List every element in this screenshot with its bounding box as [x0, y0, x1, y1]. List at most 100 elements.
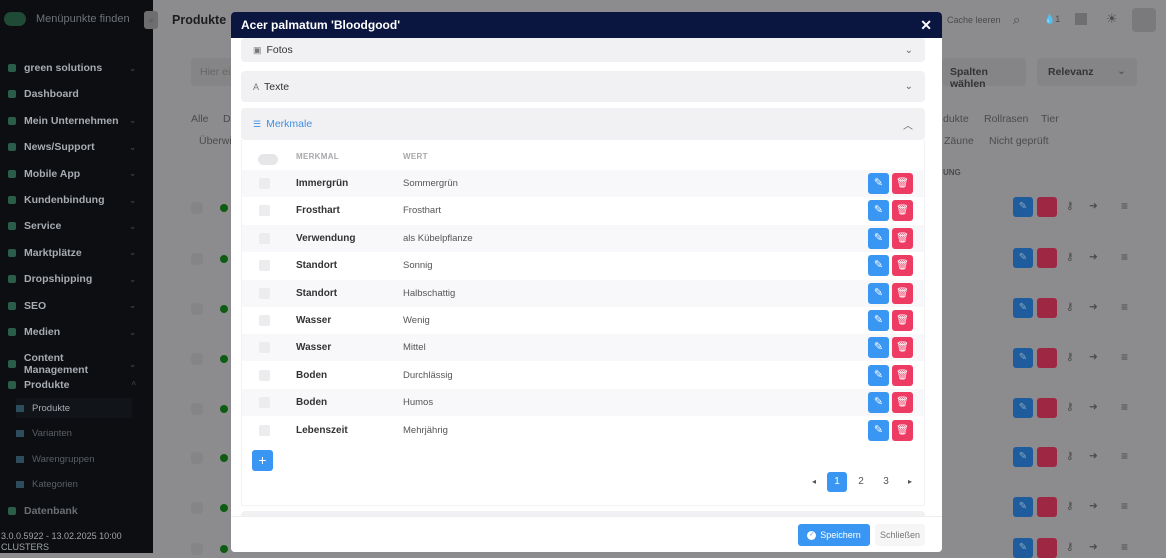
delete-button[interactable]: 🗑	[892, 255, 913, 277]
sidebar-item[interactable]: SEO ⌄	[8, 300, 136, 312]
delete-button[interactable]: 🗑	[892, 392, 913, 414]
key-icon[interactable]: ⚷	[1066, 450, 1074, 462]
edit-button[interactable]: ✎	[868, 200, 889, 222]
arrow-right-icon[interactable]: ➜	[1089, 301, 1098, 313]
delete-button[interactable]: 🗑	[892, 310, 913, 331]
tab-d[interactable]: D	[223, 113, 231, 125]
row-checkbox[interactable]	[259, 205, 270, 217]
row-checkbox[interactable]	[191, 253, 203, 265]
arrow-right-icon[interactable]: ➜	[1089, 541, 1098, 553]
delete-button[interactable]: 🗑	[892, 419, 913, 441]
delete-button[interactable]: 🗑	[892, 337, 913, 359]
sidebar-item[interactable]: Kundenbindung ⌄	[8, 194, 136, 206]
menu-icon[interactable]: ≡	[1121, 540, 1128, 554]
row-checkbox[interactable]	[191, 543, 203, 555]
columns-button[interactable]: Spalten wählen	[942, 58, 1026, 90]
edit-button[interactable]: ✎	[868, 392, 889, 414]
tab-nicht-geprueft[interactable]: Nicht geprüft	[989, 135, 1049, 147]
section-texte[interactable]: A Texte ⌄	[241, 71, 925, 102]
arrow-right-icon[interactable]: ➜	[1089, 351, 1098, 363]
tab-tier[interactable]: Tier	[1041, 113, 1059, 125]
row-checkbox[interactable]	[191, 303, 203, 315]
tab-ueberwi[interactable]: Überwi	[199, 135, 232, 147]
key-icon[interactable]: ⚷	[1066, 301, 1074, 313]
row-checkbox[interactable]	[259, 369, 270, 381]
sidebar-item[interactable]: Mein Unternehmen ⌄	[8, 115, 136, 127]
page-2-button[interactable]: 2	[851, 472, 871, 492]
sidebar-subitem[interactable]: Warengruppen	[16, 449, 132, 469]
sidebar-subitem[interactable]: Varianten	[16, 424, 132, 444]
sort-select[interactable]: Relevanz ⌄	[1037, 58, 1137, 86]
search-icon[interactable]: ⌕	[1013, 12, 1020, 28]
edit-button[interactable]: ✎	[868, 310, 889, 331]
menu-icon[interactable]: ≡	[1121, 250, 1128, 264]
row-checkbox[interactable]	[259, 342, 270, 354]
cache-button[interactable]: Cache leeren	[947, 15, 1001, 25]
close-icon[interactable]: ✕	[920, 17, 932, 34]
add-merkmal-button[interactable]: +	[252, 450, 273, 471]
delete-button[interactable]	[1037, 298, 1057, 318]
menu-icon[interactable]: ≡	[1121, 499, 1128, 513]
edit-button[interactable]: ✎	[868, 364, 889, 386]
edit-button[interactable]: ✎	[868, 419, 889, 441]
next-page-icon[interactable]: ▸	[900, 472, 920, 492]
avatar[interactable]	[1132, 8, 1156, 32]
sidebar-item[interactable]: Medien ⌄	[8, 326, 136, 338]
select-all-toggle[interactable]	[258, 154, 278, 165]
menu-icon[interactable]: ≡	[1121, 449, 1128, 463]
edit-button[interactable]: ✎	[1013, 447, 1033, 467]
sidebar-subitem[interactable]: Produkte	[16, 398, 132, 418]
row-checkbox[interactable]	[191, 353, 203, 365]
sidebar-item[interactable]: Mobile App ⌄	[8, 168, 136, 180]
key-icon[interactable]: ⚷	[1066, 401, 1074, 413]
arrow-right-icon[interactable]: ➜	[1089, 401, 1098, 413]
tab-alle[interactable]: Alle	[191, 113, 209, 125]
delete-button[interactable]: 🗑	[892, 282, 913, 304]
save-button[interactable]: ✓ Speichern	[798, 524, 870, 546]
delete-button[interactable]: 🗑	[892, 173, 913, 194]
key-icon[interactable]: ⚷	[1066, 541, 1074, 553]
sidebar-item[interactable]: News/Support ⌄	[8, 141, 136, 153]
edit-button[interactable]: ✎	[1013, 538, 1033, 558]
delete-button[interactable]	[1037, 538, 1057, 558]
edit-button[interactable]: ✎	[1013, 398, 1033, 418]
delete-button[interactable]: 🗑	[892, 227, 913, 249]
menu-search[interactable]: Menüpunkte finden	[4, 12, 130, 26]
row-checkbox[interactable]	[191, 202, 203, 214]
tab-zaeune[interactable]: Zäune	[944, 135, 974, 147]
page-1-button[interactable]: 1	[827, 472, 847, 492]
delete-button[interactable]	[1037, 497, 1057, 517]
sidebar-item[interactable]: Service ⌄	[8, 220, 136, 232]
edit-button[interactable]: ✎	[1013, 298, 1033, 318]
section-merkmale[interactable]: ☰ Merkmale ︿	[241, 108, 925, 140]
key-icon[interactable]: ⚷	[1066, 351, 1074, 363]
delete-button[interactable]	[1037, 398, 1057, 418]
key-icon[interactable]: ⚷	[1066, 500, 1074, 512]
section-fotos[interactable]: ▣ Fotos ⌄	[241, 38, 925, 62]
edit-button[interactable]: ✎	[868, 173, 889, 194]
edit-button[interactable]: ✎	[868, 282, 889, 304]
edit-button[interactable]: ✎	[868, 227, 889, 249]
collapse-sidebar-button[interactable]: «	[144, 11, 158, 29]
delete-button[interactable]	[1037, 447, 1057, 467]
menu-icon[interactable]: ≡	[1121, 300, 1128, 314]
sidebar-item[interactable]: Dropshipping ⌄	[8, 273, 136, 285]
row-checkbox[interactable]	[191, 452, 203, 464]
delete-button[interactable]	[1037, 248, 1057, 268]
sidebar-item[interactable]: Dashboard	[8, 88, 136, 100]
row-checkbox[interactable]	[259, 424, 270, 436]
row-checkbox[interactable]	[259, 315, 270, 326]
prev-page-icon[interactable]: ◂	[804, 472, 824, 492]
edit-button[interactable]: ✎	[1013, 497, 1033, 517]
menu-icon[interactable]: ≡	[1121, 199, 1128, 213]
row-checkbox[interactable]	[191, 403, 203, 415]
edit-button[interactable]: ✎	[1013, 197, 1033, 217]
edit-button[interactable]: ✎	[868, 255, 889, 277]
arrow-right-icon[interactable]: ➜	[1089, 251, 1098, 263]
arrow-right-icon[interactable]: ➜	[1089, 200, 1098, 212]
page-3-button[interactable]: 3	[876, 472, 896, 492]
edit-button[interactable]: ✎	[1013, 248, 1033, 268]
delete-button[interactable]: 🗑	[892, 364, 913, 386]
row-checkbox[interactable]	[259, 287, 270, 299]
tab-produkte[interactable]: dukte	[943, 113, 969, 125]
